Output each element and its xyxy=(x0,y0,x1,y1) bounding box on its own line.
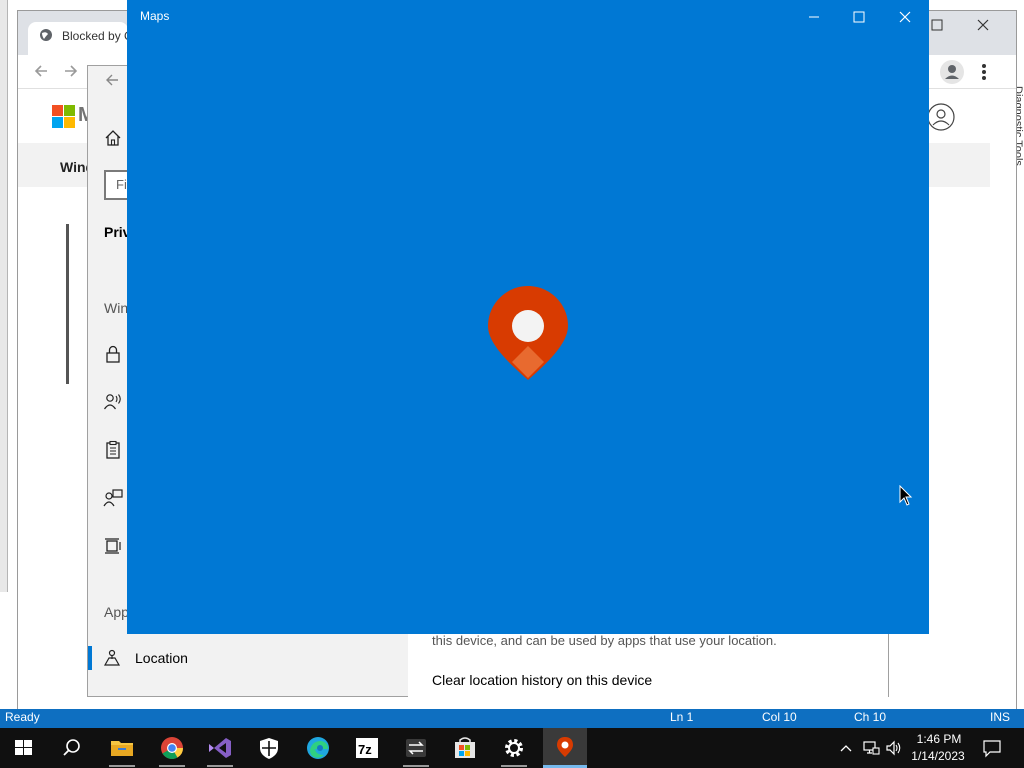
microsoft-store-icon[interactable] xyxy=(447,733,483,763)
chrome-icon[interactable] xyxy=(154,733,190,763)
taskbar-clock-time[interactable]: 1:46 PM xyxy=(912,732,966,746)
search-icon[interactable] xyxy=(54,733,90,763)
status-insert-mode[interactable]: INS xyxy=(990,710,1010,724)
selected-indicator xyxy=(88,646,92,670)
running-indicator xyxy=(109,765,135,767)
volume-icon[interactable] xyxy=(885,739,903,757)
settings-search-placeholder: Fi xyxy=(116,177,127,192)
speech-icon[interactable] xyxy=(103,392,123,412)
browser-close-icon[interactable] xyxy=(974,16,992,34)
location-icon xyxy=(103,648,121,666)
profile-icon[interactable] xyxy=(940,60,964,84)
chevron-up-icon[interactable] xyxy=(838,740,854,756)
status-column[interactable]: Col 10 xyxy=(762,710,797,724)
running-indicator xyxy=(403,765,429,767)
microsoft-logo-icon[interactable] xyxy=(52,105,75,128)
visual-studio-icon[interactable] xyxy=(202,733,238,763)
edge-icon[interactable] xyxy=(300,733,336,763)
status-ready: Ready xyxy=(5,710,40,724)
mouse-cursor-icon xyxy=(899,485,913,507)
file-explorer-icon[interactable] xyxy=(104,733,140,763)
svg-text:7z: 7z xyxy=(358,742,372,757)
windows-security-icon[interactable] xyxy=(251,733,287,763)
taskbar-clock-date[interactable]: 1/14/2023 xyxy=(906,749,970,763)
minimize-icon[interactable] xyxy=(806,9,822,25)
status-line[interactable]: Ln 1 xyxy=(670,710,693,724)
sync-icon[interactable] xyxy=(398,733,434,763)
running-indicator xyxy=(159,765,185,767)
activity-history-icon[interactable] xyxy=(103,536,123,556)
running-indicator xyxy=(207,765,233,767)
maps-window-title: Maps xyxy=(140,9,170,23)
status-character[interactable]: Ch 10 xyxy=(854,710,886,724)
settings-nav-location-label: Location xyxy=(135,650,188,666)
maps-logo-icon xyxy=(486,284,570,382)
clear-location-history-label: Clear location history on this device xyxy=(432,672,653,688)
location-history-description: this device, and can be used by apps tha… xyxy=(432,633,777,648)
browser-back-icon[interactable] xyxy=(32,62,50,80)
maps-taskbar-button[interactable] xyxy=(543,728,587,768)
close-icon[interactable] xyxy=(897,9,913,25)
settings-group-windows-permissions: Win xyxy=(104,300,129,316)
clipboard-icon[interactable] xyxy=(103,440,123,460)
start-icon[interactable] xyxy=(6,733,42,763)
home-icon[interactable] xyxy=(104,129,122,147)
content-accent-bar xyxy=(66,224,69,384)
settings-back-icon[interactable] xyxy=(104,72,120,88)
maps-icon xyxy=(557,737,573,757)
lock-icon[interactable] xyxy=(103,344,123,364)
account-icon[interactable] xyxy=(926,102,956,132)
network-icon[interactable] xyxy=(862,739,880,757)
browser-tab-title: Blocked by G xyxy=(62,29,134,43)
running-indicator xyxy=(501,765,527,767)
maximize-icon[interactable] xyxy=(851,9,867,25)
7zip-icon[interactable]: 7z xyxy=(349,733,385,763)
browser-menu-icon[interactable] xyxy=(978,62,990,82)
feedback-icon[interactable] xyxy=(103,488,123,508)
background-window-edge xyxy=(0,0,8,592)
browser-forward-icon[interactable] xyxy=(62,62,80,80)
browser-maximize-icon[interactable] xyxy=(928,16,946,34)
notification-icon[interactable] xyxy=(982,738,1002,758)
globe-icon xyxy=(39,28,53,42)
settings-group-app-permissions: App xyxy=(104,604,129,620)
settings-icon[interactable] xyxy=(496,733,532,763)
